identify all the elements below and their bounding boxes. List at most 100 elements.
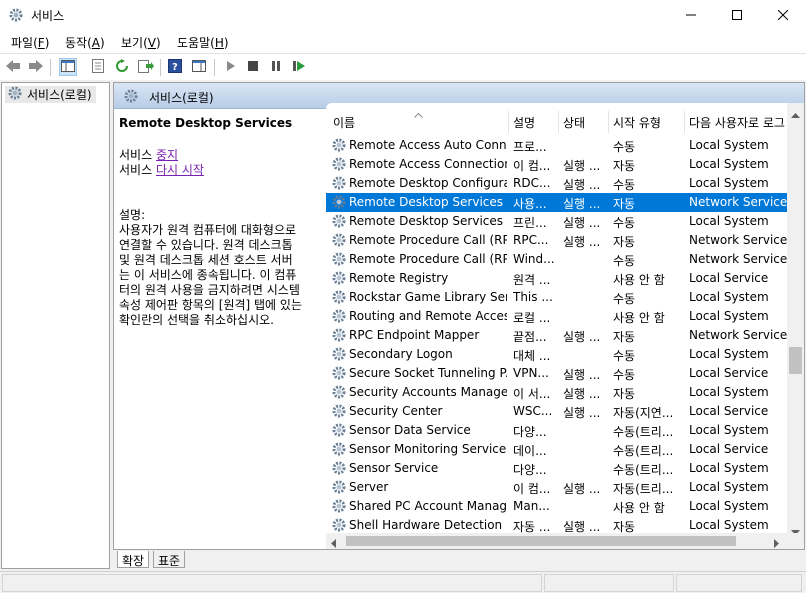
help-button[interactable]: ? xyxy=(166,58,184,76)
service-startup-type: 수동(트리... xyxy=(613,425,674,439)
menu-action[interactable]: 동작(A) xyxy=(65,34,105,51)
show-console-tree-button[interactable] xyxy=(59,58,77,76)
stop-service-link[interactable]: 중지 xyxy=(156,148,178,162)
service-description: This ... xyxy=(513,290,553,304)
column-divider[interactable] xyxy=(608,111,609,133)
stop-service-button[interactable] xyxy=(244,58,262,76)
export-list-button[interactable] xyxy=(137,58,155,76)
service-name: Remote Desktop Configura... xyxy=(349,176,507,190)
table-row[interactable]: Secondary Logon 대체 ... 수동 Local System xyxy=(326,345,787,364)
menu-file[interactable]: 파일(F) xyxy=(11,34,49,51)
minimize-button[interactable] xyxy=(668,0,714,31)
column-header-startup-type[interactable]: 시작 유형 xyxy=(613,114,683,131)
service-description: 원격 ... xyxy=(513,273,551,287)
service-gear-icon xyxy=(331,194,347,210)
table-row[interactable]: Rockstar Game Library Serv... This ... 수동 L… xyxy=(326,288,787,307)
service-name: Secure Socket Tunneling P... xyxy=(349,366,507,380)
service-description: 프로... xyxy=(513,140,547,154)
menu-help[interactable]: 도움말(H) xyxy=(177,34,229,51)
service-startup-type: 수동 xyxy=(613,216,636,230)
vertical-scroll-thumb[interactable] xyxy=(789,347,802,374)
table-row[interactable]: Shared PC Account Manager Man... 사용 안 함 Loc… xyxy=(326,497,787,516)
window-title: 서비스 xyxy=(31,9,65,23)
table-row[interactable]: Sensor Data Service 다양... 수동(트리... Local Sy… xyxy=(326,421,787,440)
service-name: Security Center xyxy=(349,404,443,418)
vertical-scrollbar[interactable] xyxy=(787,103,804,535)
maximize-icon xyxy=(732,9,742,23)
table-row[interactable]: Secure Socket Tunneling P... VPN... 실행 ...… xyxy=(326,364,787,383)
table-row[interactable]: Routing and Remote Access 로컬 ... 사용 안 함 Loc… xyxy=(326,307,787,326)
restart-service-button[interactable] xyxy=(290,58,308,76)
service-name: RPC Endpoint Mapper xyxy=(349,328,480,342)
table-row[interactable]: Remote Desktop Services ... 프린... 실행 ... 수동… xyxy=(326,212,787,231)
tree-item-services-local[interactable]: 서비스(로컬) xyxy=(5,86,96,103)
service-gear-icon xyxy=(331,517,347,533)
tab-extended[interactable]: 확장 xyxy=(117,551,150,568)
table-row[interactable]: Remote Desktop Configura... RDC... 실행 ... 수… xyxy=(326,174,787,193)
service-gear-icon xyxy=(331,460,347,476)
menu-view[interactable]: 보기(V) xyxy=(121,34,161,51)
service-log-on-as: Local System xyxy=(689,309,769,323)
column-header-name[interactable]: 이름 xyxy=(333,114,503,131)
back-button[interactable] xyxy=(4,58,22,76)
console-tree-icon xyxy=(61,59,75,75)
service-startup-type: 수동 xyxy=(613,292,636,306)
service-status: 실행 ... xyxy=(563,197,601,211)
pause-service-button[interactable] xyxy=(267,58,285,76)
table-row[interactable]: Remote Access Auto Conn... 프로... 수동 Local S… xyxy=(326,136,787,155)
table-row[interactable]: Remote Desktop Services 사용... 실행 ... 자동 Netw… xyxy=(326,193,787,212)
table-row[interactable]: Remote Access Connection... 이 컴... 실행 ... 자… xyxy=(326,155,787,174)
column-divider[interactable] xyxy=(684,111,685,133)
service-startup-type: 수동 xyxy=(613,140,636,154)
service-name: Remote Desktop Services ... xyxy=(349,214,507,228)
close-icon xyxy=(777,9,789,23)
tab-standard[interactable]: 표준 xyxy=(153,551,186,568)
status-cell xyxy=(544,574,674,592)
services-gear-icon xyxy=(8,7,24,23)
service-name: Sensor Service xyxy=(349,461,439,475)
service-log-on-as: Local System xyxy=(689,347,769,361)
toolbar-separator xyxy=(160,59,161,76)
table-row[interactable]: Remote Procedure Call (RP... RPC... 실행 ...… xyxy=(326,231,787,250)
scroll-left-arrow-icon[interactable] xyxy=(331,537,336,549)
service-status: 실행 ... xyxy=(563,159,601,173)
table-row[interactable]: Remote Procedure Call (RP... Wind... 수동 Net… xyxy=(326,250,787,269)
column-header-log-on-as[interactable]: 다음 사용자로 로그 xyxy=(689,114,787,131)
service-log-on-as: Network Service xyxy=(689,252,787,266)
service-name: Secondary Logon xyxy=(349,347,453,361)
service-description: RDC... xyxy=(513,176,551,190)
service-description: 사용... xyxy=(513,197,547,211)
refresh-button[interactable] xyxy=(113,58,131,76)
column-divider[interactable] xyxy=(508,111,509,133)
scroll-right-arrow-icon[interactable] xyxy=(774,537,779,549)
table-row[interactable]: Sensor Service 다양... 수동(트리... Local System xyxy=(326,459,787,478)
restart-service-link[interactable]: 다시 시작 xyxy=(156,163,204,177)
table-row[interactable]: Sensor Monitoring Service 데이... 수동(트리... Lo… xyxy=(326,440,787,459)
forward-arrow-icon xyxy=(28,59,44,76)
description-label: 설명: xyxy=(119,208,146,222)
column-divider[interactable] xyxy=(558,111,559,133)
horizontal-scrollbar[interactable] xyxy=(326,533,787,549)
properties-button[interactable] xyxy=(89,58,107,76)
table-row[interactable]: RPC Endpoint Mapper 끝점... 실행 ... 자동 Network … xyxy=(326,326,787,345)
table-row[interactable]: Server 이 컴... 실행 ... 자동(트리... Local System xyxy=(326,478,787,497)
service-name: Shell Hardware Detection xyxy=(349,518,503,532)
service-description: 이 컴... xyxy=(513,482,551,496)
table-row[interactable]: Remote Registry 원격 ... 사용 안 함 Local Service xyxy=(326,269,787,288)
horizontal-scroll-thumb[interactable] xyxy=(346,536,736,546)
column-header-status[interactable]: 상태 xyxy=(563,114,607,131)
service-gear-icon xyxy=(331,498,347,514)
maximize-button[interactable] xyxy=(714,0,760,31)
table-row[interactable]: Security Accounts Manager 이 서... 실행 ... 자동 L… xyxy=(326,383,787,402)
forward-button[interactable] xyxy=(27,58,45,76)
service-log-on-as: Local System xyxy=(689,214,769,228)
service-status: 실행 ... xyxy=(563,178,601,192)
status-bar xyxy=(0,571,806,593)
close-button[interactable] xyxy=(760,0,806,31)
column-header-description[interactable]: 설명 xyxy=(513,114,557,131)
service-startup-type: 자동 xyxy=(613,159,636,173)
show-hide-pane-button[interactable] xyxy=(190,58,208,76)
scroll-up-arrow-icon[interactable] xyxy=(791,107,800,121)
start-service-button[interactable] xyxy=(222,58,240,76)
table-row[interactable]: Security Center WSC... 실행 ... 자동(지연... Local… xyxy=(326,402,787,421)
